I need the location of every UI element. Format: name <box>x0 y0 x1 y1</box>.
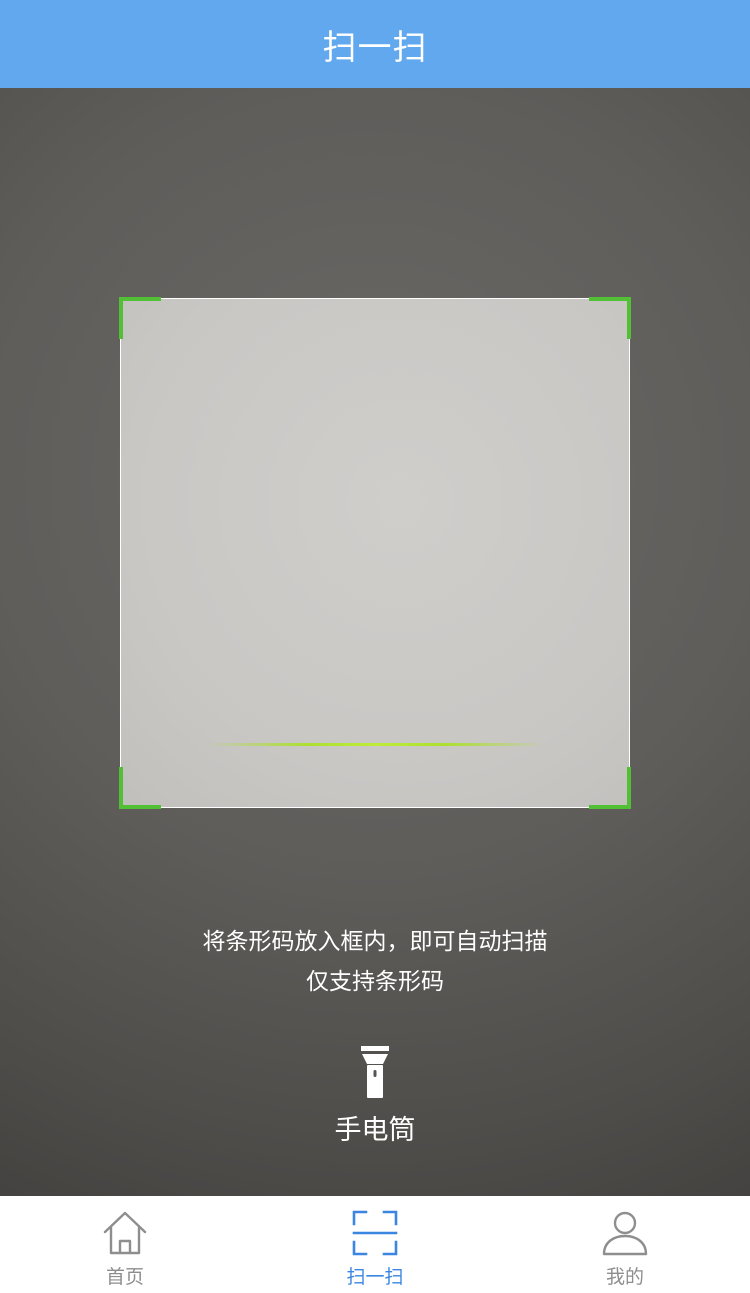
scan-line <box>206 743 546 746</box>
tab-scan-label: 扫一扫 <box>346 1266 404 1288</box>
tab-profile[interactable]: 我的 <box>500 1196 750 1293</box>
frame-corner-bottom-right <box>589 767 631 809</box>
home-icon <box>103 1211 147 1255</box>
user-icon <box>602 1211 648 1256</box>
flashlight-icon <box>361 1046 389 1098</box>
scan-hint-barcode-only: 仅支持条形码 <box>306 969 444 995</box>
bottom-tab-bar: 首页 扫一扫 我的 <box>0 1196 750 1293</box>
tab-home-label: 首页 <box>105 1266 144 1288</box>
scan-hint: 将条形码放入框内，即可自动扫描 <box>202 929 548 955</box>
tab-profile-label: 我的 <box>605 1266 644 1288</box>
tab-scan[interactable]: 扫一扫 <box>250 1196 500 1293</box>
frame-corner-bottom-left <box>119 767 161 809</box>
scan-screen: 扫一扫 将条形码放入框内，即可自动扫描 仅支持条形码 手电筒 首页 扫一扫 我的 <box>0 0 750 1293</box>
camera-preview: 将条形码放入框内，即可自动扫描 仅支持条形码 手电筒 <box>0 88 750 1196</box>
page-title: 扫一扫 <box>322 27 428 68</box>
page-header: 扫一扫 <box>0 0 750 88</box>
tab-home[interactable]: 首页 <box>0 1196 250 1293</box>
flashlight-button[interactable]: 手电筒 <box>325 1046 425 1147</box>
frame-corner-top-right <box>589 297 631 339</box>
scan-icon <box>352 1210 398 1256</box>
frame-corner-top-left <box>119 297 161 339</box>
flashlight-label: 手电筒 <box>334 1115 416 1146</box>
scan-frame <box>119 297 631 809</box>
